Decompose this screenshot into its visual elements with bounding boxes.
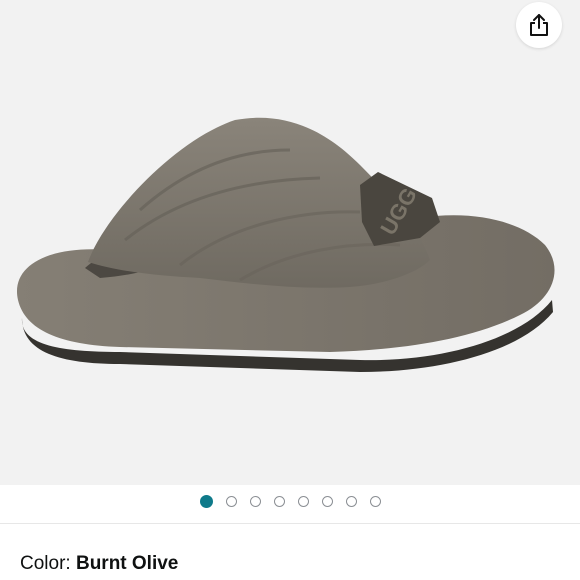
product-page: UGG Color: Burnt Olive bbox=[0, 0, 580, 580]
divider bbox=[0, 523, 580, 524]
color-label: Color: bbox=[20, 553, 76, 574]
product-image-gallery[interactable]: UGG bbox=[0, 0, 580, 485]
color-value: Burnt Olive bbox=[75, 553, 179, 574]
carousel-dot-7[interactable] bbox=[345, 496, 357, 507]
carousel-dot-6[interactable] bbox=[321, 496, 333, 507]
carousel-dot-8[interactable] bbox=[369, 496, 381, 507]
carousel-dot-3[interactable] bbox=[249, 496, 261, 507]
carousel-dot-5[interactable] bbox=[297, 496, 309, 507]
carousel-dot-1[interactable] bbox=[199, 495, 213, 508]
carousel-dot-4[interactable] bbox=[273, 496, 285, 507]
carousel-dot-2[interactable] bbox=[225, 496, 237, 507]
share-icon bbox=[530, 14, 548, 36]
share-button[interactable] bbox=[516, 2, 562, 48]
carousel-dots bbox=[0, 495, 580, 512]
color-selection: Color: Burnt Olive bbox=[20, 553, 178, 575]
product-image[interactable]: UGG bbox=[0, 0, 580, 485]
